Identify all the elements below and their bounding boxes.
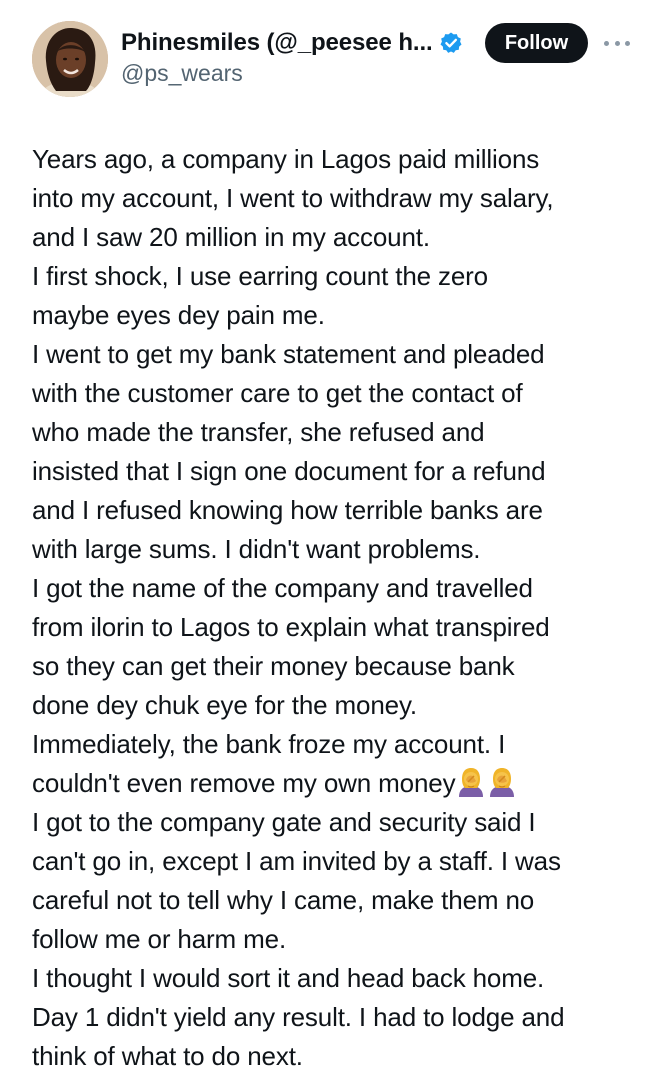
post-line: can't go in, except I am invited by a st… [32,846,561,876]
post-line: follow me or harm me. [32,924,287,954]
post-line: insisted that I sign one document for a … [32,456,546,486]
post-line: I got the name of the company and travel… [32,573,533,603]
more-dot [604,40,609,46]
post-text: Years ago, a company in Lagos paid milli… [32,140,652,1076]
author-name-row[interactable]: Phinesmiles (@_peesee h... [121,26,463,60]
post-line: I first shock, I use earring count the z… [32,261,488,291]
post-line: I thought I would sort it and head back … [32,963,545,993]
post-line: with the customer care to get the contac… [32,378,523,408]
verified-badge-icon [439,31,463,55]
post-line: with large sums. I didn't want problems. [32,534,481,564]
post-line: think of what to do next. [32,1041,303,1071]
post-line: done dey chuk eye for the money. [32,690,417,720]
post-line: Years ago, a company in Lagos paid milli… [32,144,540,174]
post-header: Phinesmiles (@_peesee h... @ps_wears Fol… [0,0,663,120]
avatar[interactable] [32,21,108,97]
post-line: from ilorin to Lagos to explain what tra… [32,612,550,642]
post-line: and I saw 20 million in my account. [32,222,430,252]
post-line: careful not to tell why I came, make the… [32,885,535,915]
post-line: maybe eyes dey pain me. [32,300,325,330]
avatar-photo [32,21,108,97]
more-dot [625,40,630,46]
post-line: Day 1 didn't yield any result. I had to … [32,1002,565,1032]
follow-button[interactable]: Follow [485,23,588,63]
more-dot [614,40,620,46]
post-line: who made the transfer, she refused and [32,417,485,447]
post-line: Immediately, the bank froze my account. … [32,729,506,759]
post-line: into my account, I went to withdraw my s… [32,183,554,213]
person-facepalming-icon [487,767,517,797]
person-facepalming-icon [456,767,486,797]
post-line: I went to get my bank statement and plea… [32,339,545,369]
post-line: I got to the company gate and security s… [32,807,536,837]
post-line: so they can get their money because bank [32,651,515,681]
post-line: and I refused knowing how terrible banks… [32,495,543,525]
post-line-with-emoji: couldn't even remove my own money [32,764,652,803]
post-line-text: couldn't even remove my own money [32,768,456,798]
more-options-icon[interactable] [604,34,630,52]
author-handle[interactable]: @ps_wears [121,60,243,87]
author-display-name[interactable]: Phinesmiles (@_peesee h... [121,29,433,57]
